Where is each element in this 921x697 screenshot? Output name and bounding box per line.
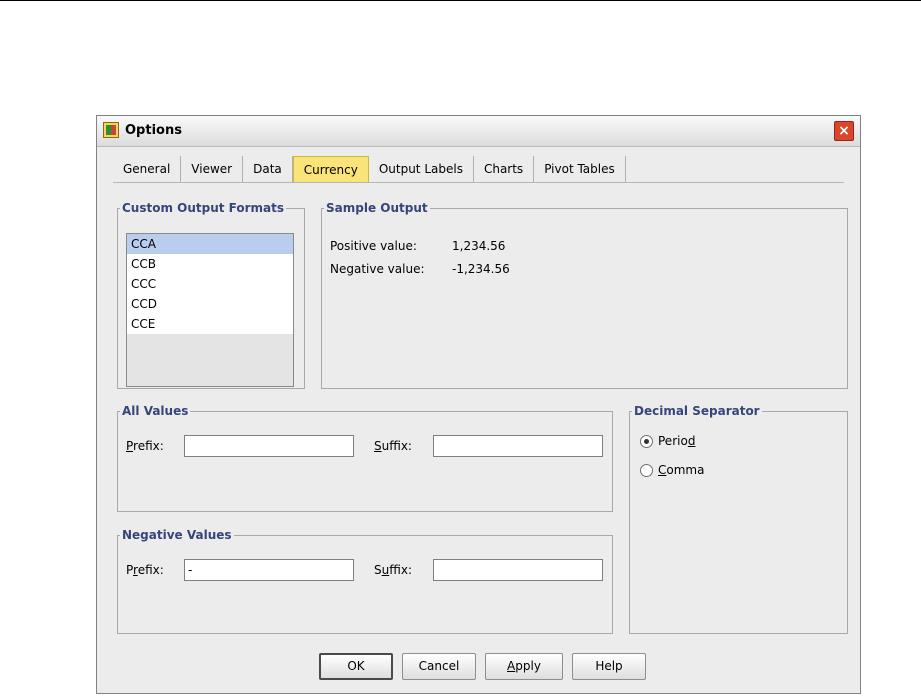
all-suffix-label: Suffix: — [374, 439, 412, 453]
all-values-suffix-input[interactable] — [433, 435, 603, 457]
window-title: Options — [125, 123, 182, 138]
cancel-button[interactable]: Cancel — [402, 653, 476, 680]
app-icon — [103, 122, 119, 138]
period-radio[interactable] — [640, 434, 653, 448]
negative-value: -1,234.56 — [452, 262, 510, 276]
neg-suffix-label: Suffix: — [374, 563, 412, 577]
negative-value-label: Negative value: — [330, 262, 425, 276]
list-item-cce[interactable]: CCE — [127, 314, 293, 334]
tab-viewer[interactable]: Viewer — [181, 156, 244, 182]
sample-output-legend: Sample Output — [326, 201, 428, 215]
apply-button[interactable]: Apply — [485, 653, 563, 680]
decimal-separator-legend: Decimal Separator — [634, 404, 760, 418]
custom-formats-list[interactable]: CCA CCB CCC CCD CCE — [126, 233, 294, 387]
title-bar[interactable]: Options × — [97, 116, 860, 147]
negative-values-group: Negative Values Prefix: Suffix: — [117, 528, 613, 634]
help-button[interactable]: Help — [572, 653, 646, 680]
all-values-group: All Values Prefix: Suffix: — [117, 404, 613, 512]
top-border-line — [0, 0, 921, 1]
options-dialog: Options × General Viewer Data Currency O… — [96, 115, 861, 694]
tab-general[interactable]: General — [113, 156, 182, 182]
tab-bar: General Viewer Data Currency Output Labe… — [113, 156, 626, 182]
positive-value-label: Positive value: — [330, 239, 417, 253]
period-option[interactable]: Period — [640, 434, 695, 448]
close-button[interactable]: × — [834, 121, 854, 141]
custom-output-formats-group: Custom Output Formats CCA CCB CCC CCD CC… — [117, 201, 305, 389]
negative-values-legend: Negative Values — [122, 528, 232, 542]
negative-values-suffix-input[interactable] — [433, 559, 603, 581]
tab-charts[interactable]: Charts — [474, 156, 535, 182]
comma-option[interactable]: Comma — [640, 463, 704, 477]
sample-output-group: Sample Output Positive value: 1,234.56 N… — [321, 201, 848, 389]
positive-value-row: Positive value: 1,234.56 — [330, 239, 505, 253]
tab-output-labels[interactable]: Output Labels — [369, 156, 474, 182]
period-label: Period — [658, 434, 696, 448]
list-item-ccc[interactable]: CCC — [127, 274, 293, 294]
ok-button[interactable]: OK — [319, 653, 393, 680]
custom-output-formats-legend: Custom Output Formats — [122, 201, 285, 215]
comma-label: Comma — [658, 463, 705, 477]
neg-prefix-label: Prefix: — [126, 563, 164, 577]
comma-radio[interactable] — [640, 463, 653, 477]
decimal-separator-group: Decimal Separator Period Comma — [629, 404, 848, 634]
tab-pivot-tables[interactable]: Pivot Tables — [534, 156, 626, 182]
all-values-legend: All Values — [122, 404, 189, 418]
list-item-ccb[interactable]: CCB — [127, 254, 293, 274]
list-item-ccd[interactable]: CCD — [127, 294, 293, 314]
tab-divider — [113, 182, 844, 183]
tab-currency[interactable]: Currency — [292, 156, 369, 182]
negative-value-row: Negative value: -1,234.56 — [330, 262, 510, 276]
all-prefix-label: Prefix: — [126, 439, 164, 453]
positive-value: 1,234.56 — [452, 239, 506, 253]
negative-values-prefix-input[interactable] — [184, 559, 354, 581]
tab-data[interactable]: Data — [243, 156, 293, 182]
list-item-cca[interactable]: CCA — [127, 234, 293, 254]
all-values-prefix-input[interactable] — [184, 435, 354, 457]
